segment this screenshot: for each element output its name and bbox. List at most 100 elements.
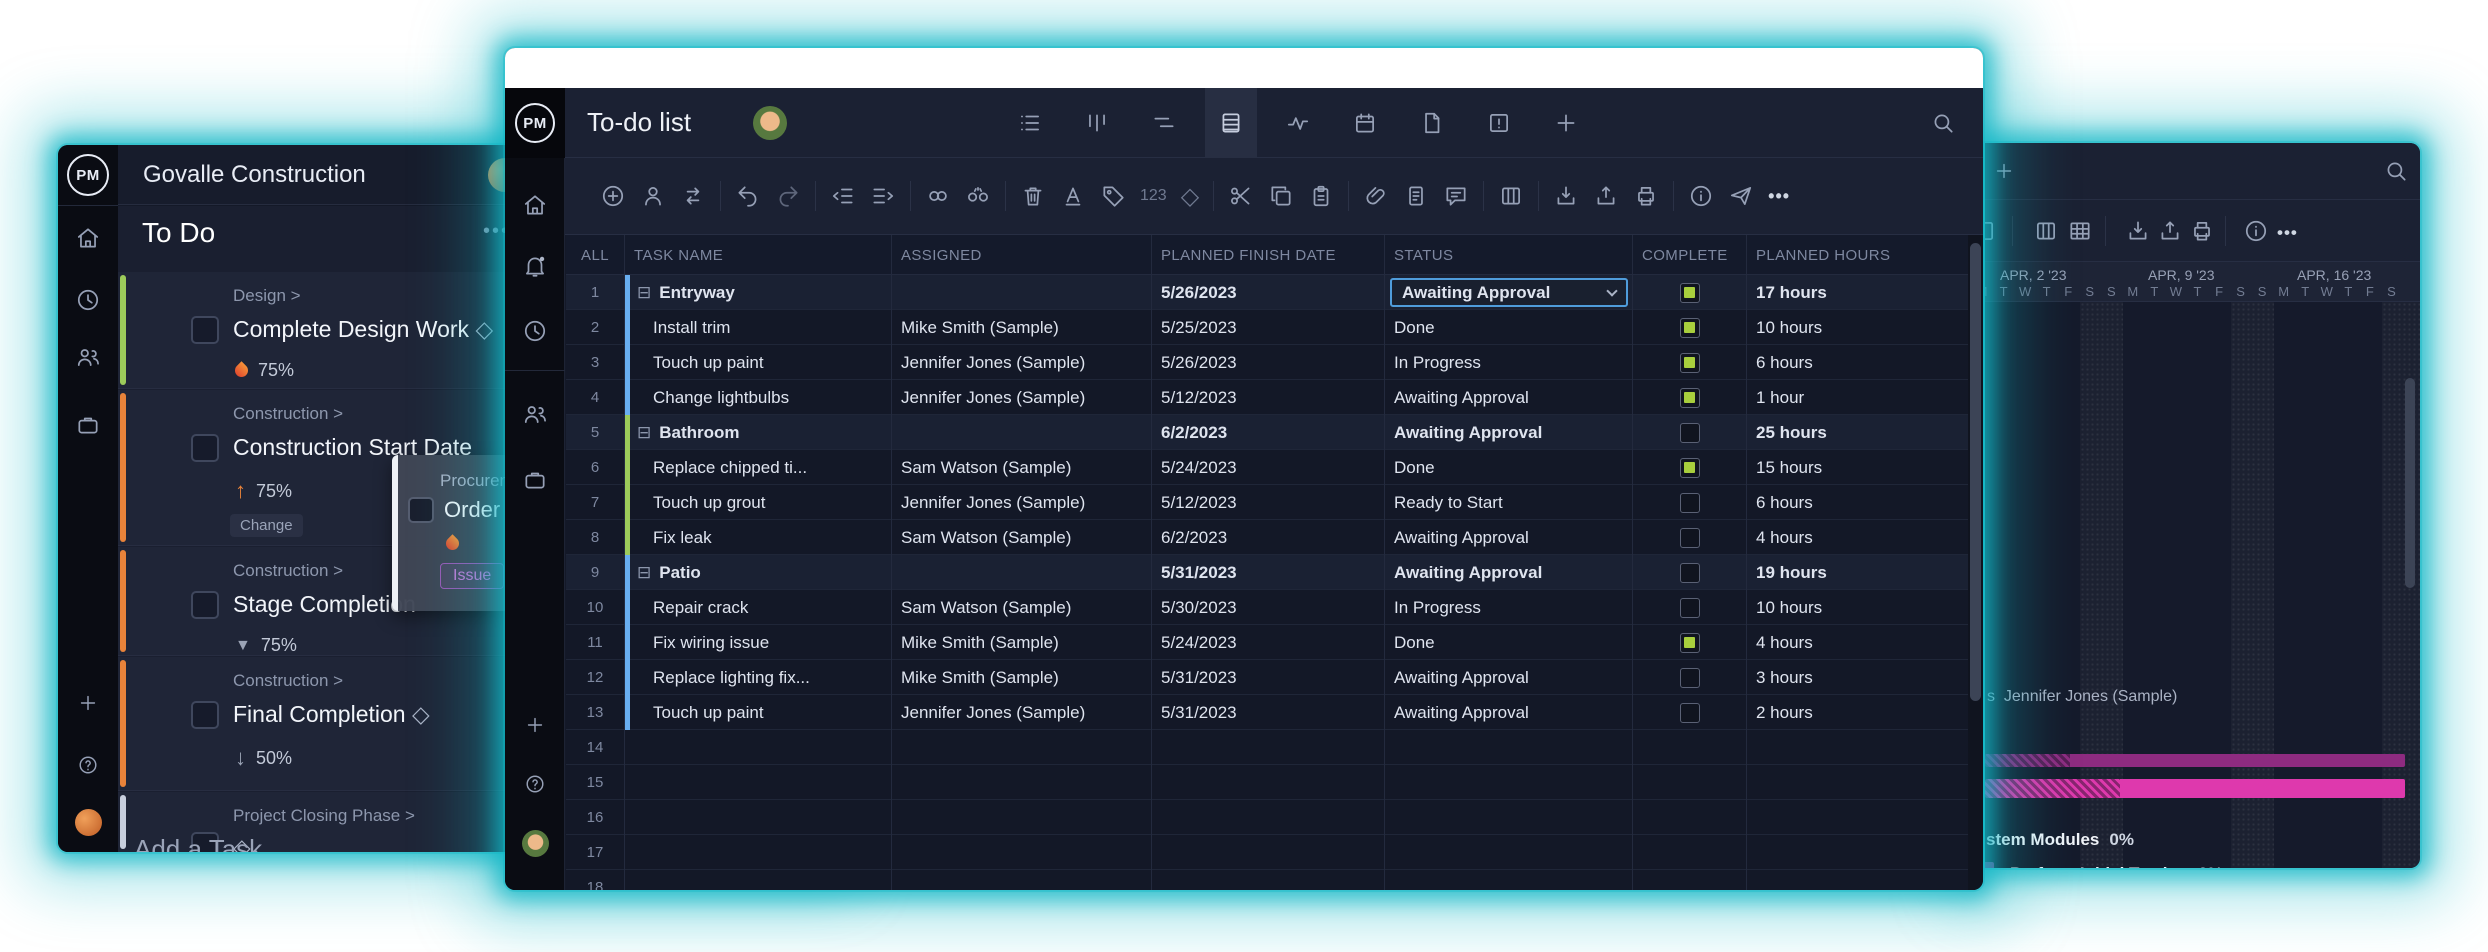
complete-checkbox[interactable] [1680,353,1700,373]
cell-status[interactable]: In Progress [1385,590,1633,625]
cell-empty[interactable] [1747,730,1968,765]
cell-empty[interactable] [1385,870,1633,890]
table-row[interactable]: 5⊟Bathroom6/2/2023Awaiting Approval25 ho… [566,415,1968,450]
delete-icon[interactable] [1020,183,1046,209]
clock-icon[interactable] [75,287,101,313]
outdent-icon[interactable] [830,183,856,209]
cell-task-name[interactable]: Touch up paint [625,345,892,380]
account-avatar[interactable] [75,809,102,836]
columns-icon[interactable] [2033,218,2059,244]
import-icon[interactable] [1553,183,1579,209]
cell-task-name[interactable]: ⊟Bathroom [625,415,892,450]
cell-empty[interactable] [1385,765,1633,800]
complete-checkbox[interactable] [1680,528,1700,548]
cell-assigned[interactable]: Sam Watson (Sample) [892,590,1152,625]
tab-document-view[interactable] [1419,110,1445,136]
cell-status[interactable]: Awaiting Approval [1385,660,1633,695]
collapse-icon[interactable]: ⊟ [637,423,651,443]
cell-complete[interactable] [1633,450,1747,485]
column-header-planned-hours[interactable]: PLANNED HOURS [1747,235,1968,275]
card-group-link[interactable]: Construction > [233,671,343,691]
card-group-link[interactable]: Project Closing Phase > [233,806,415,826]
cell-complete[interactable] [1633,660,1747,695]
account-avatar[interactable] [522,830,549,857]
complete-checkbox[interactable] [1680,703,1700,723]
gantt-bar-magenta[interactable] [1985,779,2405,798]
cell-empty[interactable] [1747,870,1968,890]
table-row[interactable]: 6Replace chipped ti...Sam Watson (Sample… [566,450,1968,485]
cell-task-name[interactable]: ⊟Patio [625,555,892,590]
cell-planned-hours[interactable]: 6 hours [1747,345,1968,380]
gantt-task-chip[interactable] [1985,862,1994,868]
cell-empty[interactable] [1385,730,1633,765]
cell-empty[interactable] [1633,800,1747,835]
cell-complete[interactable] [1633,555,1747,590]
cell-planned-hours[interactable]: 1 hour [1747,380,1968,415]
cell-empty[interactable] [625,765,892,800]
notes-icon[interactable] [1403,183,1429,209]
print-icon[interactable] [1633,183,1659,209]
cell-assigned[interactable]: Jennifer Jones (Sample) [892,345,1152,380]
cell-complete[interactable] [1633,345,1747,380]
comment-icon[interactable] [1443,183,1469,209]
cell-empty[interactable] [892,870,1152,890]
cell-complete[interactable] [1633,310,1747,345]
link-task-icon[interactable] [925,183,951,209]
cell-complete[interactable] [1633,590,1747,625]
cell-planned-hours[interactable]: 10 hours [1747,310,1968,345]
cell-assigned[interactable]: Sam Watson (Sample) [892,520,1152,555]
cell-complete[interactable] [1633,485,1747,520]
row-number[interactable]: 5 [566,415,625,450]
row-number[interactable]: 7 [566,485,625,520]
cell-status[interactable]: Awaiting Approval [1385,555,1633,590]
column-header-assigned[interactable]: ASSIGNED [892,235,1152,275]
cell-task-name[interactable]: Install trim [625,310,892,345]
row-number[interactable]: 6 [566,450,625,485]
font-icon[interactable] [1060,183,1086,209]
cell-empty[interactable] [1633,870,1747,890]
cell-planned-hours[interactable]: 25 hours [1747,415,1968,450]
tab-calendar-view[interactable] [1352,110,1378,136]
cell-assigned[interactable]: Mike Smith (Sample) [892,660,1152,695]
help-icon[interactable] [77,754,99,776]
card-checkbox[interactable] [408,497,434,523]
complete-checkbox[interactable] [1680,598,1700,618]
row-number[interactable]: 13 [566,695,625,730]
row-number[interactable]: 3 [566,345,625,380]
cell-empty[interactable] [1152,730,1385,765]
cell-status[interactable]: Done [1385,625,1633,660]
card-checkbox[interactable] [191,701,219,729]
assign-user-icon[interactable] [640,183,666,209]
export-icon[interactable] [1593,183,1619,209]
card-checkbox[interactable] [191,434,219,462]
card-group-link[interactable]: Design > [233,286,301,306]
columns-icon[interactable] [1498,183,1524,209]
cell-status[interactable]: Awaiting Approval [1385,695,1633,730]
collapse-icon[interactable]: ⊟ [637,563,651,583]
grid-icon[interactable] [2067,218,2093,244]
search-icon[interactable] [1930,110,1956,136]
complete-checkbox[interactable] [1680,283,1700,303]
card-tag[interactable]: Issue [440,563,504,589]
row-number[interactable]: 8 [566,520,625,555]
cell-task-name[interactable]: ⊟Entryway [625,275,892,310]
table-row[interactable]: 15 [566,765,1968,800]
tab-activity-view[interactable] [1285,110,1311,136]
cell-empty[interactable] [1633,835,1747,870]
indent-icon[interactable] [870,183,896,209]
cell-assigned[interactable]: Jennifer Jones (Sample) [892,485,1152,520]
cell-assigned[interactable]: Sam Watson (Sample) [892,450,1152,485]
cell-planned-hours[interactable]: 4 hours [1747,625,1968,660]
cell-empty[interactable] [892,800,1152,835]
row-number[interactable]: 18 [566,870,625,890]
cell-planned-hours[interactable]: 15 hours [1747,450,1968,485]
row-number[interactable]: 2 [566,310,625,345]
cell-empty[interactable] [1747,835,1968,870]
collapse-icon[interactable]: ⊟ [637,283,651,303]
tab-board-view[interactable] [1084,110,1110,136]
cell-complete[interactable] [1633,695,1747,730]
cell-empty[interactable] [892,765,1152,800]
recurring-icon[interactable] [680,183,706,209]
table-row[interactable]: 11Fix wiring issueMike Smith (Sample)5/2… [566,625,1968,660]
cell-planned-hours[interactable]: 19 hours [1747,555,1968,590]
